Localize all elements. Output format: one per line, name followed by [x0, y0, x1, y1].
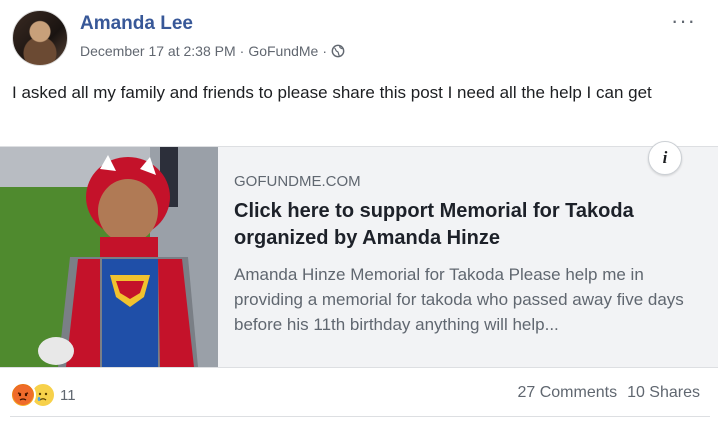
- link-preview-image[interactable]: [0, 147, 218, 367]
- footer-divider: [10, 416, 710, 417]
- reactions-summary[interactable]: 11: [10, 382, 76, 408]
- angry-reaction-icon: [10, 382, 36, 408]
- more-options-icon[interactable]: ···: [671, 10, 696, 32]
- meta-separator: ·: [322, 43, 328, 59]
- author-name[interactable]: Amanda Lee: [80, 13, 193, 35]
- shares-count[interactable]: 10 Shares: [627, 384, 700, 402]
- link-domain: GOFUNDME.COM: [234, 173, 361, 190]
- post-footer: 11 27 Comments 10 Shares: [0, 378, 720, 410]
- link-title[interactable]: Click here to support Memorial for Takod…: [234, 198, 704, 252]
- post-timestamp[interactable]: December 17 at 2:38 PM: [80, 43, 236, 59]
- link-description: Amanda Hinze Memorial for Takoda Please …: [234, 265, 684, 334]
- globe-icon[interactable]: [331, 44, 345, 58]
- comments-count[interactable]: 27 Comments: [517, 384, 617, 402]
- link-preview-card[interactable]: GOFUNDME.COM Click here to support Memor…: [0, 141, 718, 368]
- post-meta: December 17 at 2:38 PM · GoFundMe ·: [80, 43, 345, 59]
- engagement-counts: 27 Comments 10 Shares: [517, 384, 700, 402]
- post-source[interactable]: GoFundMe: [248, 43, 318, 59]
- post-text: I asked all my family and friends to ple…: [12, 83, 652, 102]
- info-icon[interactable]: i: [648, 141, 682, 175]
- author-avatar[interactable]: [12, 10, 68, 66]
- meta-separator: ·: [239, 43, 245, 59]
- reaction-count: 11: [60, 386, 76, 404]
